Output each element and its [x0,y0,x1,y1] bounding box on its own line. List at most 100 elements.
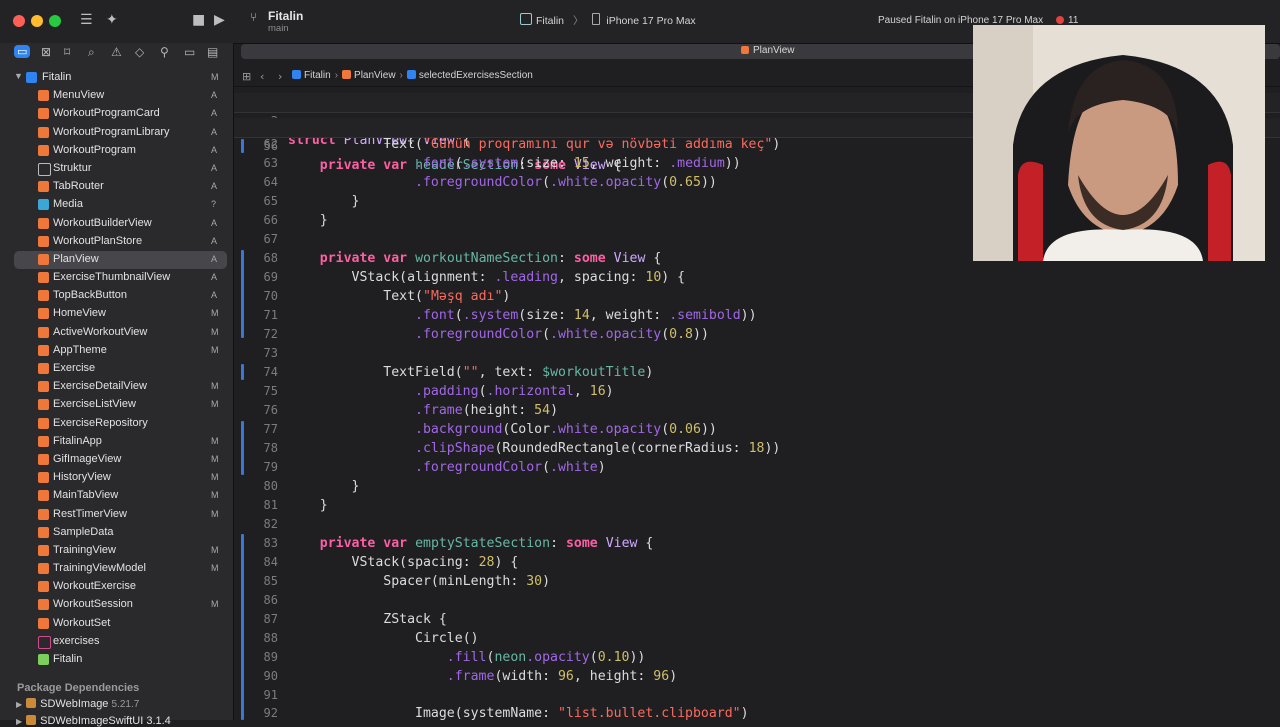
test-icon[interactable]: ◇ [135,45,144,59]
sidebar-item-exerciselistview[interactable]: ExerciseListView M [0,396,233,414]
sidebar-item-maintabview[interactable]: MainTabView M [0,487,233,505]
related-items-icon[interactable]: ⊞ [242,70,251,83]
sidebar-item-workoutplanstore[interactable]: WorkoutPlanStore A [0,233,233,251]
sidebar-item-struktur[interactable]: Struktur A [0,160,233,178]
code-token: height: [470,403,527,418]
code-line: 71 .font(.system(size: 14, weight: .semi… [234,306,1280,325]
code-token: .foregroundColor [415,460,543,475]
sidebar-item-topbackbutton[interactable]: TopBackButton A [0,287,233,305]
breakpoint-icon[interactable]: ▭ [184,45,195,59]
package-dependencies-header[interactable]: Package Dependencies [17,682,139,694]
vcs-status-flag: M [211,399,219,410]
sidebar-item-tabrouter[interactable]: TabRouter A [0,178,233,196]
sidebar-item-activeworkoutview[interactable]: ActiveWorkoutView M [0,324,233,342]
presenter-video-image [973,25,1265,261]
search-icon[interactable]: ⌕ [88,45,95,60]
breadcrumb-project[interactable]: Fitalin [304,70,331,81]
package-icon [26,715,37,725]
back-arrow-icon[interactable]: ‹ [260,70,264,83]
sidebar-item-workoutexercise[interactable]: WorkoutExercise [0,578,233,596]
sidebar-item-exercisethumbnailview[interactable]: ExerciseThumbnailView A [0,269,233,287]
bookmark-icon[interactable]: ⌑ [64,45,70,59]
vcs-status-flag: M [211,472,219,483]
forward-arrow-icon[interactable]: › [278,70,282,83]
vcs-status-flag: A [211,181,218,192]
code-token: .background [415,422,503,437]
code-token: .medium [669,156,725,171]
assistant-sparkle-icon[interactable]: ✦ [106,12,118,28]
tree-item-label: WorkoutSet [53,616,111,629]
source-control-icon[interactable]: ⊠ [41,45,51,59]
report-icon[interactable]: ▤ [207,45,218,59]
sidebar-item-resttimerview[interactable]: RestTimerView M [0,506,233,524]
chevron-down-icon[interactable]: ▼ [14,71,23,81]
tab-planview[interactable]: PlanView [741,45,795,56]
line-number: 79 [263,460,278,474]
sidebar-item-fitalinapp[interactable]: FitalinApp M [0,433,233,451]
stop-icon[interactable]: ■ [192,12,205,28]
sidebar-item-workoutsession[interactable]: WorkoutSession M [0,596,233,614]
code-token: .opacity [597,422,662,437]
code-token: some [573,251,606,266]
code-token: { [510,555,519,570]
sidebar-item-historyview[interactable]: HistoryView M [0,469,233,487]
branch-icon: ⑂ [250,10,258,24]
folder-icon[interactable]: ▭ [14,45,31,58]
sidebar-item-workoutprogramcard[interactable]: WorkoutProgramCard A [0,105,233,123]
vcs-status-flag: A [211,235,218,246]
vcs-status-flag: M [211,72,219,82]
sidebar-item-trainingviewmodel[interactable]: TrainingViewModel M [0,560,233,578]
close-window-button[interactable] [13,15,25,27]
swift-file-icon [38,253,49,265]
code-token: { [677,270,686,285]
sidebar-toggle-icon[interactable]: ☰ [80,12,93,28]
line-number: 84 [263,555,278,569]
scheme-selector[interactable]: Fitalin 〉 iPhone 17 Pro Max [520,13,696,31]
code-token: .frame [415,403,463,418]
sidebar-item-fitalin[interactable]: Fitalin [0,651,233,669]
sidebar-item-exercisedetailview[interactable]: ExerciseDetailView M [0,378,233,396]
debug-icon[interactable]: ⚲ [160,45,169,59]
swift-file-icon [38,381,49,393]
zoom-window-button[interactable] [49,15,61,27]
sidebar-item-planview[interactable]: PlanView A [14,250,227,270]
vcs-status-flag: M [211,308,219,319]
line-number: 91 [263,688,278,702]
chevron-right-icon[interactable]: ▶ [16,700,22,709]
sidebar-item-workoutset[interactable]: WorkoutSet [0,615,233,633]
sidebar-item-menuview[interactable]: MenuView A [0,87,233,105]
line-number: 78 [263,441,278,455]
code-token: .foregroundColor [415,175,543,190]
code-line: 70 Text("Məşq adı") [234,287,1280,306]
minimize-window-button[interactable] [31,15,43,27]
sidebar-item-exercises[interactable]: exercises [0,633,233,651]
sidebar-item-exerciserepository[interactable]: ExerciseRepository [0,415,233,433]
vcs-status-flag: A [211,290,218,301]
sidebar-item-media[interactable]: Media? [0,196,233,214]
vcs-status-flag: A [211,90,218,101]
tree-root-project[interactable]: ▼ Fitalin M [0,69,233,87]
code-token: .system [462,308,519,323]
code-line: 72 .foregroundColor(.white.opacity(0.8)) [234,325,1280,344]
vcs-status-flag: A [211,126,218,137]
tree-item-label: ExerciseListView [53,398,136,411]
sidebar-item-exercise[interactable]: Exercise [0,360,233,378]
sidebar-item-gifimageview[interactable]: GifImageView M [0,451,233,469]
sidebar-item-homeview[interactable]: HomeView M [0,305,233,323]
sidebar-item-sampledata[interactable]: SampleData [0,524,233,542]
breadcrumb[interactable]: Fitalin › PlanView › selectedExercisesSectio… [292,70,533,81]
sidebar-item-trainingview[interactable]: TrainingView M [0,542,233,560]
breadcrumb-symbol[interactable]: selectedExercisesSection [419,70,533,81]
sidebar-item-apptheme[interactable]: AppTheme M [0,342,233,360]
breadcrumb-file[interactable]: PlanView [354,70,396,81]
run-icon[interactable]: ▶ [214,12,225,28]
sidebar-item-workoutprogram[interactable]: WorkoutProgram A [0,142,233,160]
code-token: .semibold [669,308,741,323]
sidebar-item-workoutprogramlibrary[interactable]: WorkoutProgramLibrary A [0,124,233,142]
package-item[interactable]: ▶ SDWebImageSwiftUI 3.1.4 [16,715,171,727]
package-item[interactable]: ▶ SDWebImage 5.21.7 [16,698,139,710]
chevron-right-icon[interactable]: ▶ [16,717,22,726]
sidebar-item-workoutbuilderview[interactable]: WorkoutBuilderView A [0,215,233,233]
warning-icon[interactable]: ⚠ [111,45,122,59]
code-token: Text [383,289,416,304]
